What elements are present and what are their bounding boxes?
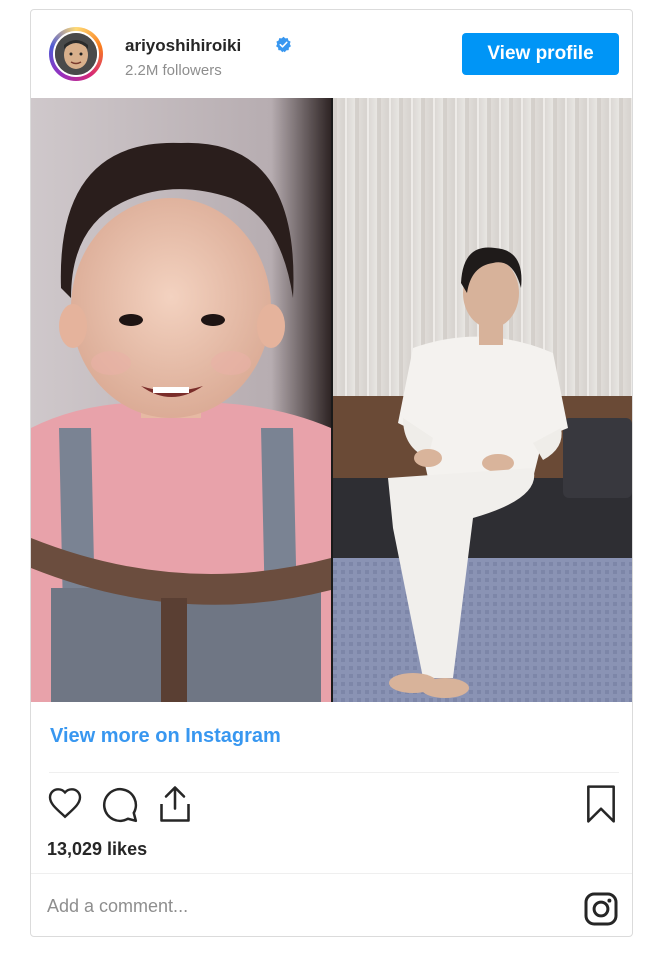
share-upload-icon[interactable] xyxy=(157,784,193,824)
divider xyxy=(31,873,632,874)
instagram-embed-card: ariyoshihiroiki 2.2M followers View prof… xyxy=(30,9,633,937)
avatar[interactable] xyxy=(53,31,99,77)
post-header: ariyoshihiroiki 2.2M followers View prof… xyxy=(31,10,632,98)
add-comment-input[interactable]: Add a comment... xyxy=(47,896,188,917)
heart-outline-icon[interactable] xyxy=(46,786,84,822)
view-profile-button[interactable]: View profile xyxy=(462,33,619,75)
post-image[interactable] xyxy=(31,98,632,702)
avatar-story-ring[interactable] xyxy=(49,27,103,81)
bookmark-outline-icon[interactable] xyxy=(585,785,617,823)
verified-badge-icon xyxy=(276,36,291,53)
divider xyxy=(49,772,619,773)
speech-bubble-icon[interactable] xyxy=(101,786,139,824)
view-more-link[interactable]: View more on Instagram xyxy=(50,725,281,748)
likes-count[interactable]: 13,029 likes xyxy=(47,839,147,860)
instagram-logo-icon[interactable] xyxy=(583,891,619,927)
childhood-photo xyxy=(31,98,331,702)
username-link[interactable]: ariyoshihiroiki xyxy=(125,36,241,56)
followers-count: 2.2M followers xyxy=(125,62,222,79)
adult-photo xyxy=(333,98,632,702)
